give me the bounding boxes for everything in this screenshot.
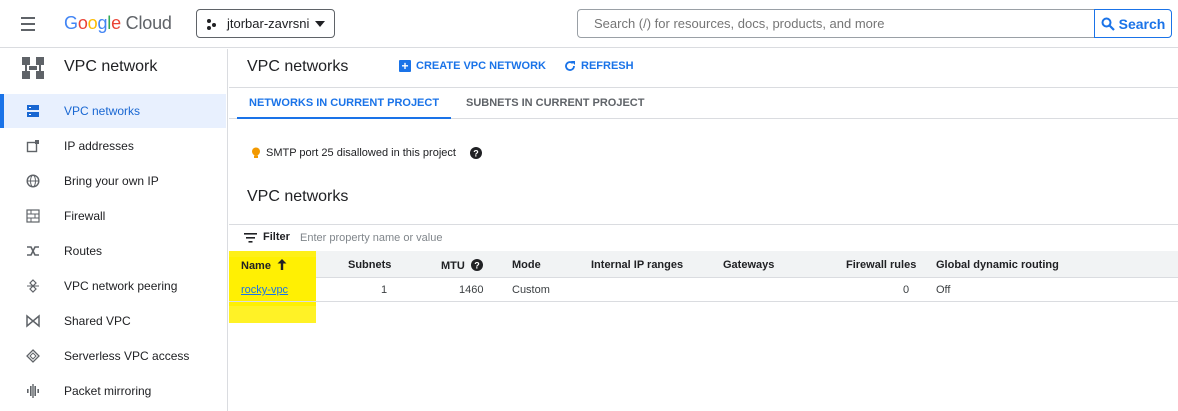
table-row: rocky-vpc 1 1460 Custom 0 Off — [229, 278, 1178, 302]
table-header: Name Subnets MTU ? Mode Internal IP rang… — [229, 251, 1178, 278]
serverless-icon — [26, 349, 40, 363]
search-input[interactable] — [577, 9, 1095, 38]
column-header-mode[interactable]: Mode — [512, 259, 541, 271]
firewall-rules-cell: 0 — [903, 284, 910, 296]
sidebar-item-serverless-vpc-access[interactable]: Serverless VPC access — [0, 339, 226, 373]
svg-text:?: ? — [473, 149, 479, 159]
column-header-label: Name — [241, 260, 271, 272]
project-name: jtorbar-zavrsni — [227, 16, 310, 31]
firewall-icon — [26, 209, 40, 223]
project-picker[interactable]: jtorbar-zavrsni — [196, 9, 335, 38]
sidebar-item-firewall[interactable]: Firewall — [0, 199, 226, 233]
tab-bar: NETWORKS IN CURRENT PROJECT SUBNETS IN C… — [229, 88, 1178, 119]
top-bar: Google Cloud jtorbar-zavrsni Search — [0, 0, 1178, 48]
add-icon: + — [399, 60, 411, 72]
tab-subnets-in-current-project[interactable]: SUBNETS IN CURRENT PROJECT — [466, 97, 644, 109]
smtp-notice-text: SMTP port 25 disallowed in this project — [266, 147, 456, 159]
sidebar: VPC network VPC networks IP addresses Br… — [0, 49, 228, 411]
search-button[interactable]: Search — [1094, 9, 1172, 38]
sidebar-item-label: Bring your own IP — [64, 174, 159, 188]
refresh-icon — [565, 61, 575, 71]
sidebar-item-ip-addresses[interactable]: IP addresses — [0, 129, 226, 163]
chevron-down-icon — [315, 20, 326, 27]
sidebar-item-vpc-networks[interactable]: VPC networks — [0, 94, 226, 128]
sidebar-item-label: Firewall — [64, 209, 106, 223]
create-vpc-network-button[interactable]: + CREATE VPC NETWORK — [399, 60, 546, 72]
vpc-network-logo-icon — [22, 57, 44, 79]
main-content: VPC networks + CREATE VPC NETWORK REFRES… — [229, 49, 1178, 411]
filter-label: Filter — [263, 231, 290, 243]
sidebar-item-label: VPC network peering — [64, 279, 178, 293]
peering-icon — [27, 279, 39, 293]
filter-icon — [244, 233, 257, 243]
project-icon — [207, 17, 221, 31]
sidebar-item-label: Serverless VPC access — [64, 349, 190, 363]
column-header-global-dynamic-routing[interactable]: Global dynamic routing — [936, 259, 1059, 271]
sidebar-item-label: Routes — [64, 244, 103, 258]
sidebar-item-packet-mirroring[interactable]: Packet mirroring — [0, 374, 226, 408]
column-header-firewall-rules[interactable]: Firewall rules — [846, 259, 916, 271]
lightbulb-icon — [252, 147, 260, 158]
create-vpc-network-label: CREATE VPC NETWORK — [416, 60, 546, 72]
sidebar-item-label: VPC networks — [64, 104, 141, 118]
sidebar-title: VPC network — [64, 58, 158, 75]
shared-vpc-icon — [26, 314, 40, 328]
page-title: VPC networks — [247, 58, 349, 75]
network-name-link[interactable]: rocky-vpc — [241, 284, 288, 296]
globe-icon — [26, 174, 40, 188]
column-header-mtu[interactable]: MTU ? — [441, 259, 483, 272]
refresh-label: REFRESH — [581, 60, 634, 72]
google-cloud-logo[interactable]: Google Cloud — [64, 13, 172, 34]
sidebar-item-routes[interactable]: Routes — [0, 234, 226, 268]
search-button-label: Search — [1118, 15, 1166, 32]
subnets-cell: 1 — [381, 284, 388, 296]
sidebar-item-shared-vpc[interactable]: Shared VPC — [0, 304, 226, 338]
main-menu-icon[interactable] — [18, 13, 38, 33]
packet-mirroring-icon — [27, 384, 39, 398]
column-header-internal-ip-ranges[interactable]: Internal IP ranges — [591, 259, 683, 271]
column-header-gateways[interactable]: Gateways — [723, 259, 774, 271]
sidebar-item-label: Shared VPC — [64, 314, 131, 328]
sidebar-header: VPC network — [0, 49, 228, 89]
sidebar-item-vpc-network-peering[interactable]: VPC network peering — [0, 269, 226, 303]
column-header-label: MTU — [441, 260, 465, 272]
search-icon — [1101, 17, 1115, 31]
column-header-name-overlay: Name — [241, 259, 287, 272]
vpc-networks-icon — [27, 105, 39, 117]
column-header-subnets[interactable]: Subnets — [348, 259, 391, 271]
refresh-button[interactable]: REFRESH — [564, 60, 634, 72]
svg-text:?: ? — [474, 261, 480, 271]
section-title: VPC networks — [247, 188, 349, 205]
filter-input[interactable] — [300, 230, 600, 246]
smtp-notice: SMTP port 25 disallowed in this project … — [251, 147, 482, 159]
ip-addresses-icon — [26, 140, 39, 153]
mtu-cell: 1460 — [459, 284, 484, 296]
sidebar-item-bring-your-own-ip[interactable]: Bring your own IP — [0, 164, 226, 198]
sidebar-item-label: IP addresses — [64, 139, 134, 153]
sort-ascending-icon — [277, 259, 287, 270]
help-icon[interactable]: ? — [469, 147, 482, 159]
mode-cell: Custom — [512, 284, 550, 296]
routes-icon — [27, 246, 39, 256]
global-dynamic-routing-cell: Off — [936, 284, 951, 296]
sidebar-item-label: Packet mirroring — [64, 384, 152, 398]
filter-bar: Filter — [229, 224, 1178, 251]
tab-networks-in-current-project[interactable]: NETWORKS IN CURRENT PROJECT — [236, 97, 452, 119]
help-icon[interactable]: ? — [470, 259, 483, 271]
